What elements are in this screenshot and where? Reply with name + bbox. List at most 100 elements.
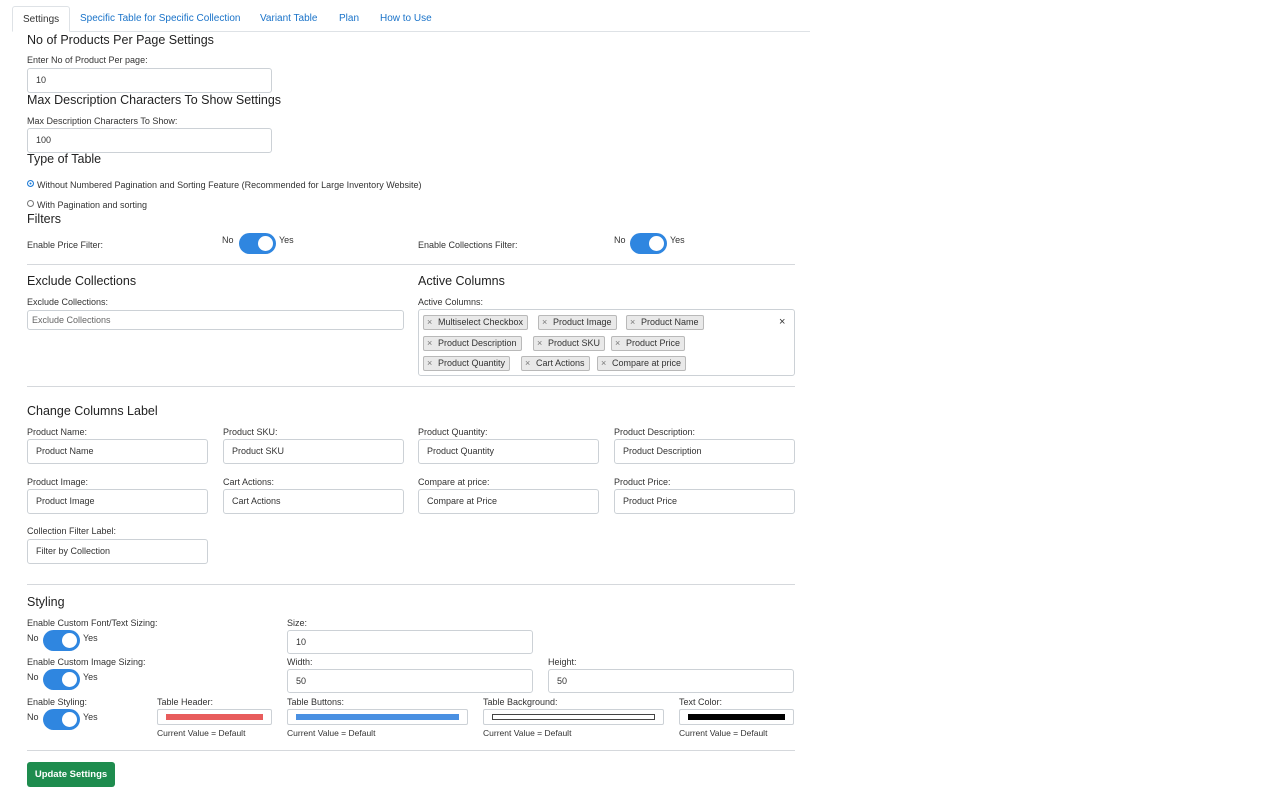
table-background-color-picker[interactable] [483,709,664,725]
text-color-label: Text Color: [679,697,723,707]
remove-icon[interactable]: × [615,337,620,350]
collections-filter-toggle[interactable] [630,233,667,254]
label-product-description: Product Description: [614,427,696,437]
custom-font-toggle[interactable] [43,630,80,651]
active-columns-label: Active Columns: [418,297,484,307]
custom-image-label: Enable Custom Image Sizing: [27,657,146,667]
input-product-quantity[interactable]: Product Quantity [418,439,599,464]
chip-cart-actions[interactable]: × Cart Actions [521,356,590,371]
chip-label: Product Image [553,317,612,327]
chip-label: Product Quantity [438,358,506,368]
input-product-price[interactable]: Product Price [614,489,795,514]
chip-label: Compare at price [612,358,682,368]
toggle-knob [258,236,273,251]
chip-compare-at-price[interactable]: × Compare at price [597,356,687,371]
chip-product-image[interactable]: × Product Image [538,315,617,330]
active-columns-select[interactable]: × Multiselect Checkbox × Product Image × Pr… [418,309,795,376]
custom-image-toggle[interactable] [43,669,80,690]
filters-heading: Filters [27,212,62,226]
tab-settings[interactable]: Settings [12,6,71,32]
per-page-input[interactable]: 10 [27,68,272,93]
remove-icon[interactable]: × [601,357,606,370]
input-collection-filter[interactable]: Filter by Collection [27,539,208,564]
text-color-picker[interactable] [679,709,794,725]
remove-icon[interactable]: × [630,316,635,329]
height-input[interactable]: 50 [548,669,794,693]
remove-icon[interactable]: × [525,357,530,370]
input-cart-actions[interactable]: Cart Actions [223,489,404,514]
chip-product-quantity[interactable]: × Product Quantity [423,356,511,371]
chip-multiselect-checkbox[interactable]: × Multiselect Checkbox [423,315,529,330]
label-product-image: Product Image: [27,477,89,487]
radio-without-pagination[interactable] [27,180,34,187]
price-filter-no: No [222,235,234,245]
input-product-sku[interactable]: Product SKU [223,439,404,464]
tab-how-to-use[interactable]: How to Use [370,6,442,32]
remove-icon[interactable]: × [537,337,542,350]
size-input[interactable]: 10 [287,630,533,654]
price-filter-label: Enable Price Filter: [27,240,104,250]
table-background-current: Current Value = Default [483,728,572,738]
label-product-price: Product Price: [614,477,671,487]
color-swatch [688,714,785,720]
change-labels-heading: Change Columns Label [27,404,158,418]
input-product-name[interactable]: Product Name [27,439,208,464]
width-label: Width: [287,657,313,667]
width-input[interactable]: 50 [287,669,533,693]
custom-image-no: No [27,672,39,682]
table-header-label: Table Header: [157,697,214,707]
chip-label: Product Name [641,317,699,327]
text-color-current: Current Value = Default [679,728,768,738]
radio-without-pagination-label: Without Numbered Pagination and Sorting … [37,180,422,190]
tab-variant-table[interactable]: Variant Table [250,6,327,32]
table-buttons-color-picker[interactable] [287,709,468,725]
label-cart-actions: Cart Actions: [223,477,275,487]
input-product-image[interactable]: Product Image [27,489,208,514]
table-background-label: Table Background: [483,697,558,707]
exclude-collections-input[interactable]: Exclude Collections [27,310,404,330]
enable-styling-no: No [27,712,39,722]
tab-plan[interactable]: Plan [329,6,369,32]
chip-product-price[interactable]: × Product Price [611,336,686,351]
radio-with-pagination[interactable] [27,200,34,207]
label-compare-at-price: Compare at price: [418,477,490,487]
per-page-heading: No of Products Per Page Settings [27,33,214,47]
remove-icon[interactable]: × [427,316,432,329]
custom-font-label: Enable Custom Font/Text Sizing: [27,618,158,628]
enable-styling-label: Enable Styling: [27,697,88,707]
toggle-knob [62,672,77,687]
table-header-color-picker[interactable] [157,709,272,725]
chip-label: Product Price [626,338,681,348]
table-type-heading: Type of Table [27,152,102,166]
collections-filter-yes: Yes [670,235,685,245]
table-buttons-current: Current Value = Default [287,728,376,738]
chip-product-description[interactable]: × Product Description [423,336,522,351]
chip-label: Multiselect Checkbox [438,317,524,327]
custom-font-yes: Yes [83,633,98,643]
label-product-quantity: Product Quantity: [418,427,488,437]
label-collection-filter: Collection Filter Label: [27,526,117,536]
chip-product-name[interactable]: × Product Name [626,315,704,330]
divider [27,386,795,387]
exclude-label: Exclude Collections: [27,297,109,307]
enable-styling-yes: Yes [83,712,98,722]
per-page-label: Enter No of Product Per page: [27,55,148,65]
remove-icon[interactable]: × [427,357,432,370]
clear-all-icon[interactable]: × [779,316,785,328]
chip-product-sku[interactable]: × Product SKU [533,336,606,351]
input-compare-at-price[interactable]: Compare at Price [418,489,599,514]
max-desc-label: Max Description Characters To Show: [27,116,178,126]
price-filter-toggle[interactable] [239,233,276,254]
tab-specific-table[interactable]: Specific Table for Specific Collection [70,6,250,32]
chip-label: Product SKU [548,338,601,348]
enable-styling-toggle[interactable] [43,709,80,730]
tab-bar: Settings Specific Table for Specific Col… [12,6,810,32]
remove-icon[interactable]: × [542,316,547,329]
update-settings-button[interactable]: Update Settings [27,762,115,787]
max-desc-input[interactable]: 100 [27,128,272,153]
color-swatch [166,714,263,720]
input-product-description[interactable]: Product Description [614,439,795,464]
remove-icon[interactable]: × [427,337,432,350]
divider [27,584,795,585]
table-buttons-label: Table Buttons: [287,697,345,707]
